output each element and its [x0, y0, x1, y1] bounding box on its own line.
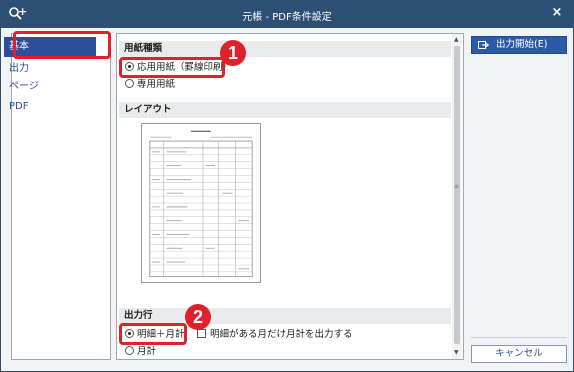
- radio-unselected-icon[interactable]: [125, 79, 134, 88]
- radio-monthly-label: 月計: [137, 346, 157, 357]
- cancel-button[interactable]: キャンセル: [471, 345, 567, 363]
- callout-badge-2: 2: [185, 304, 211, 330]
- window-title: 元帳 - PDF条件設定: [242, 12, 332, 23]
- scroll-grip-icon: ≡: [454, 183, 460, 190]
- output-rows-heading: 出力行: [119, 308, 451, 324]
- paper-type-heading: 用紙種類: [119, 41, 451, 57]
- callout-1-frame: [119, 57, 225, 78]
- scroll-up-icon[interactable]: ▲: [454, 36, 459, 43]
- callout-badge-1: 1: [220, 40, 246, 66]
- nav-highlight-frame: [13, 31, 111, 59]
- sidebar-item-page[interactable]: ページ: [4, 77, 96, 97]
- radio-unselected-icon[interactable]: [125, 346, 134, 355]
- monthly-only-checkbox-label: 明細がある月だけ月計を出力する: [210, 329, 353, 340]
- checkbox-icon[interactable]: [197, 329, 206, 338]
- start-output-button[interactable]: 出力開始(E): [471, 36, 567, 54]
- monthly-only-checkbox[interactable]: 明細がある月だけ月計を出力する: [197, 328, 353, 342]
- start-output-label: 出力開始(E): [496, 39, 548, 50]
- sidebar-item-output[interactable]: 出力: [4, 59, 96, 79]
- scroll-down-icon[interactable]: ▼: [454, 349, 459, 356]
- layout-heading: レイアウト: [119, 102, 451, 118]
- sidebar-item-pdf[interactable]: PDF: [4, 97, 96, 117]
- scrollbar-thumb[interactable]: [454, 46, 460, 344]
- close-button[interactable]: ×: [549, 5, 565, 21]
- cancel-label: キャンセル: [495, 348, 543, 359]
- export-icon: [478, 41, 489, 49]
- layout-preview-thumbnail: [141, 123, 261, 283]
- radio-monthly[interactable]: 月計: [125, 345, 156, 359]
- title-bar: + 元帳 - PDF条件設定 ×: [1, 1, 573, 28]
- callout-2-frame: [119, 323, 187, 345]
- dialog-window: + 元帳 - PDF条件設定 × 基本 出力 ページ PDF ▲ ≡ ▼ 用紙種…: [0, 0, 574, 372]
- radio-dedicated-paper-label: 専用用紙: [137, 79, 176, 90]
- divider: [471, 337, 567, 338]
- radio-dedicated-paper[interactable]: 専用用紙: [125, 78, 175, 92]
